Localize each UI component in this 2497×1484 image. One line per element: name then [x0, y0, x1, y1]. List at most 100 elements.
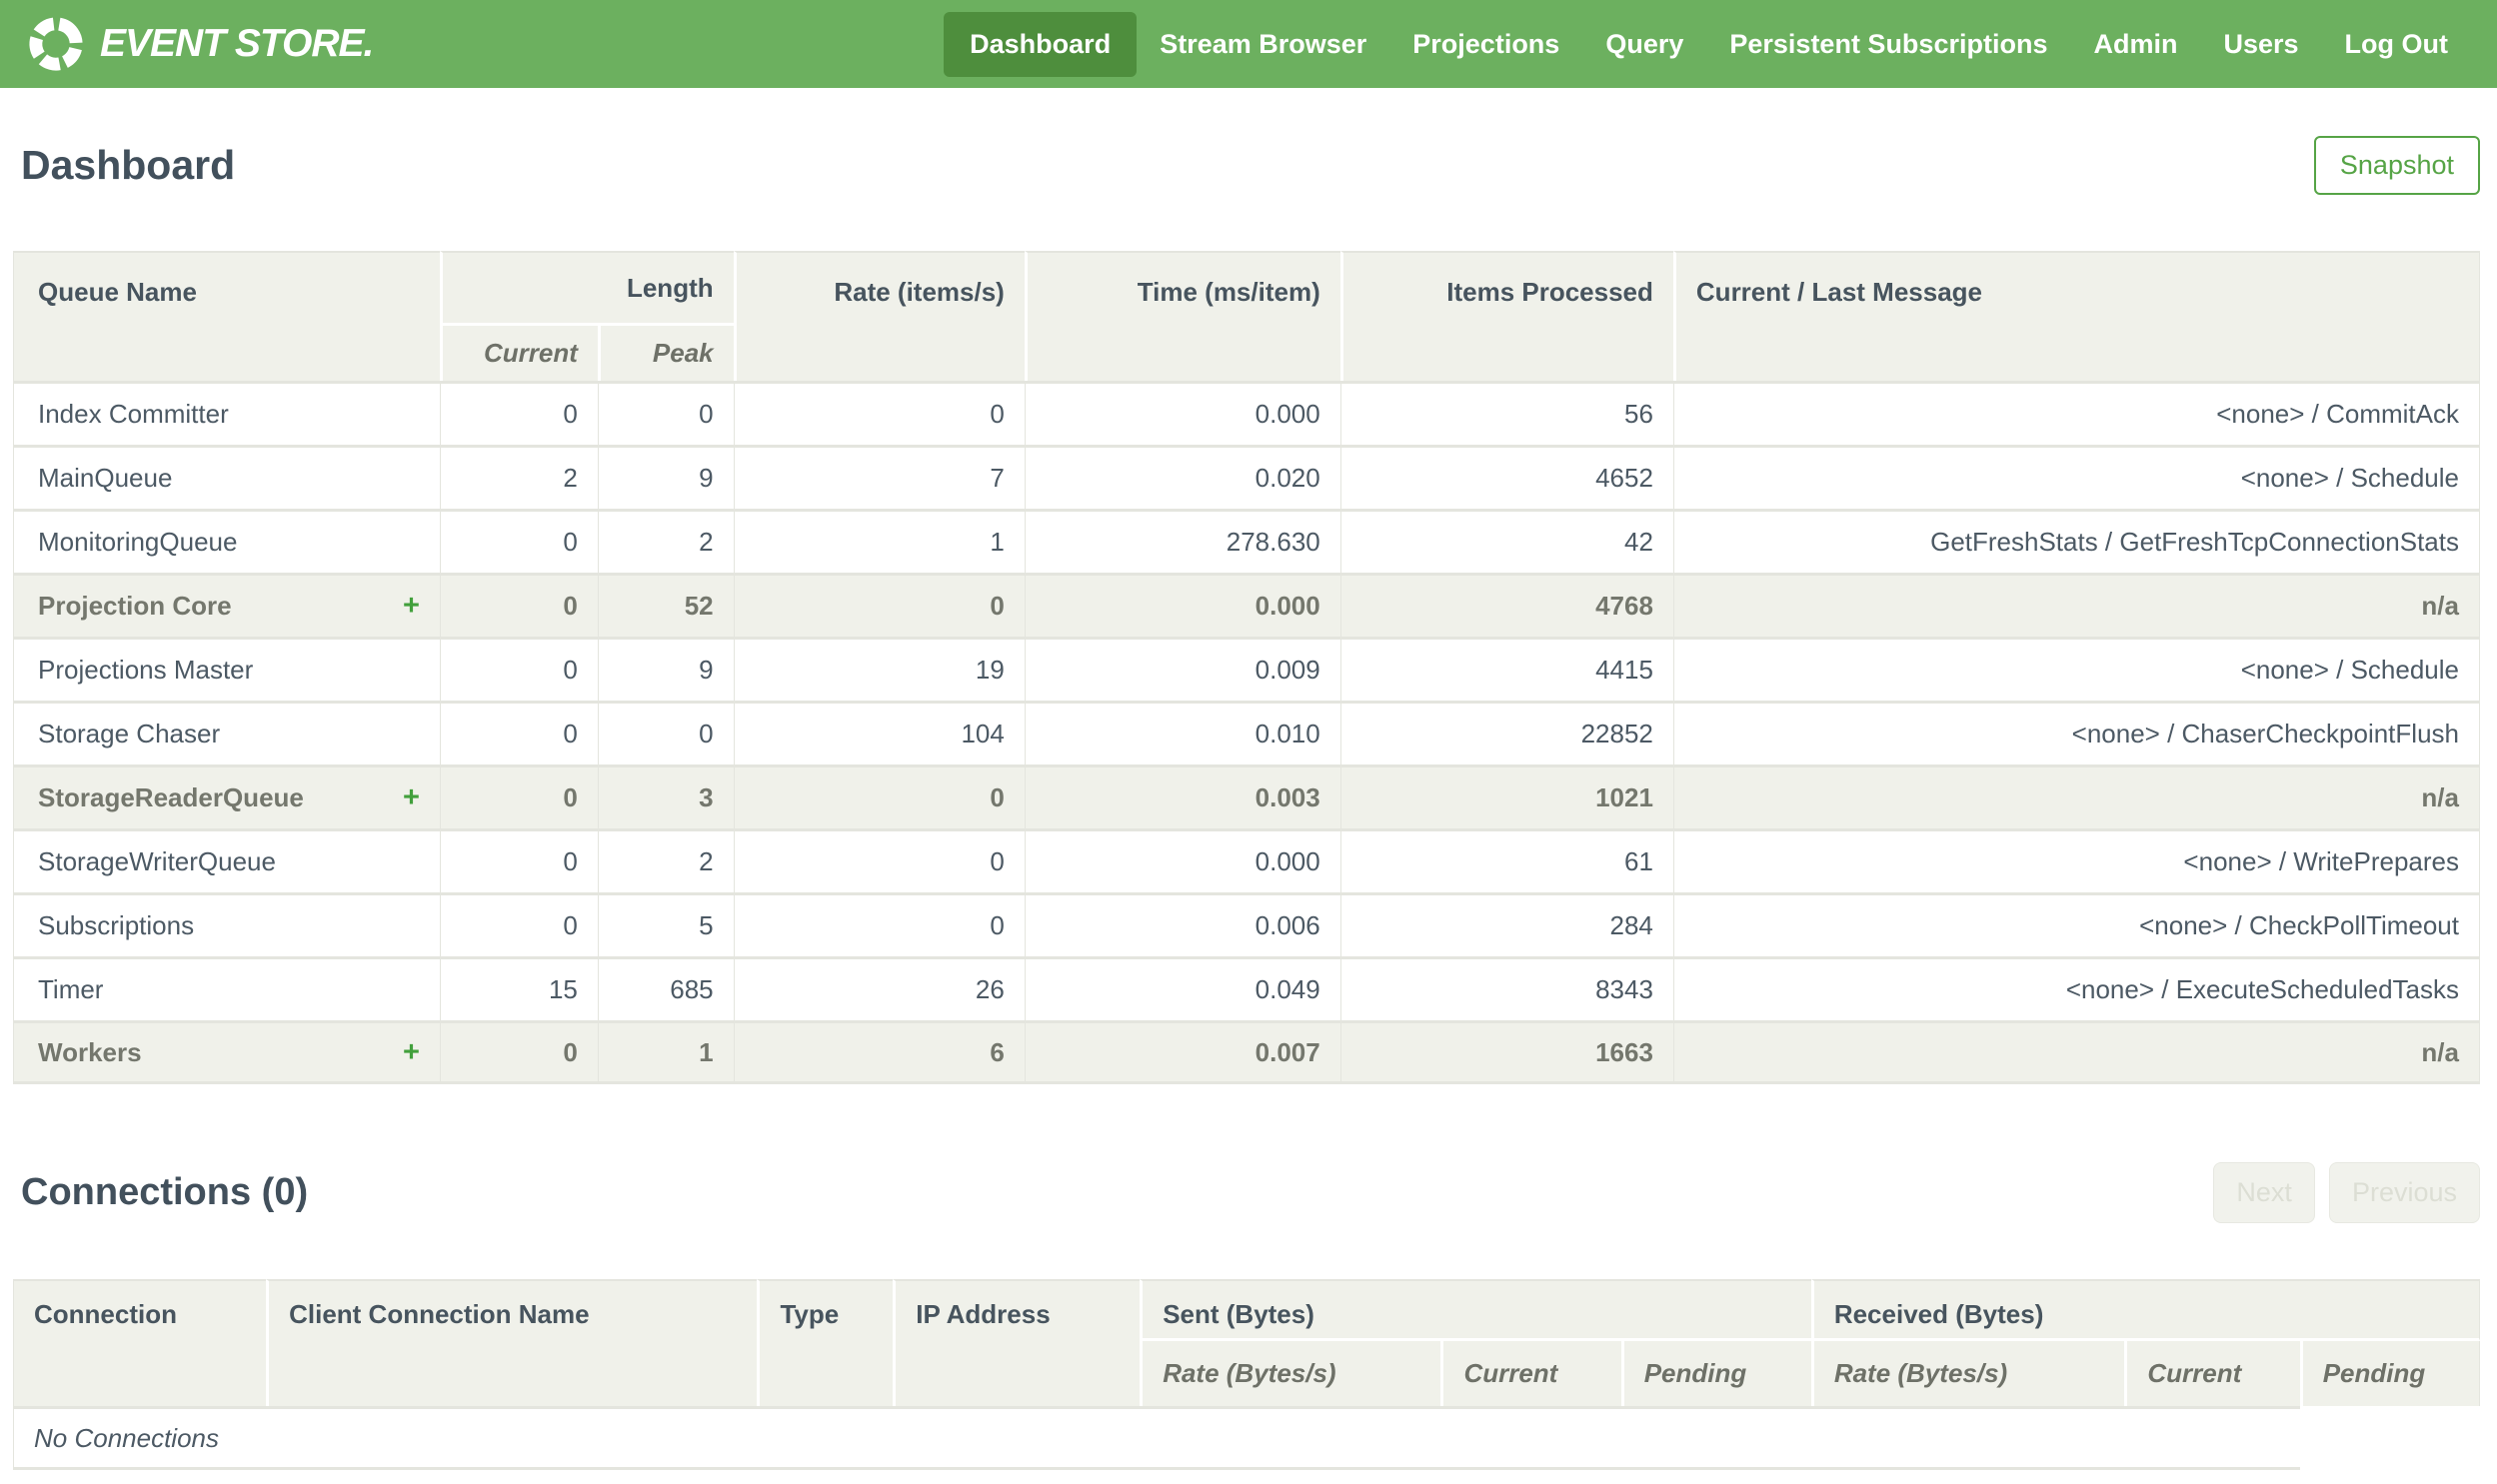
col-message: Current / Last Message [1672, 251, 2480, 381]
queue-name-label: Workers [38, 1036, 142, 1067]
previous-button[interactable]: Previous [2328, 1162, 2480, 1223]
queue-current: 15 [439, 956, 598, 1020]
nav-item-projections[interactable]: Projections [1389, 12, 1582, 77]
no-connections-message: No Connections [13, 1406, 2300, 1470]
queue-name-label: Projection Core [38, 591, 232, 621]
page-title: Dashboard [21, 142, 236, 188]
queue-name-label: MainQueue [38, 463, 173, 493]
queue-rate: 0 [733, 828, 1025, 892]
queue-items-processed: 56 [1339, 381, 1673, 445]
queue-message: n/a [1672, 764, 2480, 828]
queue-peak: 685 [597, 956, 734, 1020]
nav-item-query[interactable]: Query [1582, 12, 1706, 77]
queue-message: <none> / CommitAck [1672, 381, 2480, 445]
queue-time: 0.003 [1024, 764, 1340, 828]
queue-row-storagewriterqueue: StorageWriterQueue 0 2 0 0.000 61 <none> / Wri… [13, 828, 2480, 892]
queue-peak: 9 [597, 637, 734, 701]
event-store-dashboard-page: EVENT STORE. Dashboard Stream Browser Proj… [0, 0, 2497, 1484]
col-received-current: Current [2124, 1341, 2300, 1406]
expand-storagereaderqueue-button[interactable]: + [403, 783, 420, 812]
queue-current: 0 [439, 828, 598, 892]
queue-time: 0.010 [1024, 701, 1340, 764]
no-connections-row: No Connections [13, 1406, 2480, 1470]
nav-item-dashboard[interactable]: Dashboard [944, 11, 1138, 77]
col-received-rate: Rate (Bytes/s) [1810, 1341, 2125, 1406]
queue-items-processed: 22852 [1339, 701, 1673, 764]
queue-row-timer: Timer 15 685 26 0.049 8343 <none> / ExecuteSch… [13, 956, 2480, 1020]
brand-logo[interactable]: EVENT STORE. [27, 15, 374, 73]
queue-items-processed: 284 [1339, 892, 1673, 956]
queue-row-monitoringqueue: MonitoringQueue 0 2 1 278.630 42 GetFreshStats… [13, 509, 2480, 573]
queue-rate: 6 [733, 1020, 1025, 1084]
connections-table-header: Connection Client Connection Name Type I… [13, 1279, 2480, 1406]
queue-current: 0 [439, 701, 598, 764]
queue-items-processed: 1021 [1339, 764, 1673, 828]
queue-message: GetFreshStats / GetFreshTcpConnectionSta… [1672, 509, 2480, 573]
queue-row-projections-master: Projections Master 0 9 19 0.009 4415 <none> / … [13, 637, 2480, 701]
queue-current: 0 [439, 509, 598, 573]
queue-message: <none> / ExecuteScheduledTasks [1672, 956, 2480, 1020]
queue-row-mainqueue: MainQueue 2 9 7 0.020 4652 <none> / Schedule [13, 445, 2480, 509]
col-length-peak: Peak [597, 326, 734, 381]
queue-rate: 19 [733, 637, 1025, 701]
empty-cell [2299, 1406, 2480, 1470]
event-store-ring-icon [27, 15, 85, 73]
col-sent-bytes: Sent (Bytes) [1140, 1279, 1811, 1341]
connections-header: Connections (0) Next Previous [13, 1162, 2480, 1223]
top-nav: Dashboard Stream Browser Projections Query P… [944, 11, 2471, 77]
queue-row-workers: Workers +0 1 6 0.007 1663 n/a [13, 1020, 2480, 1084]
col-time: Time (ms/item) [1024, 251, 1340, 381]
snapshot-button[interactable]: Snapshot [2313, 136, 2480, 195]
queue-current: 0 [439, 573, 598, 637]
queue-row-storage-chaser: Storage Chaser 0 0 104 0.010 22852 <none> / Ch… [13, 701, 2480, 764]
queue-table-body: Index Committer 0 0 0 0.000 56 <none> / Commit… [13, 381, 2480, 1084]
nav-item-admin[interactable]: Admin [2070, 12, 2200, 77]
queue-peak: 2 [597, 828, 734, 892]
queue-rate: 1 [733, 509, 1025, 573]
queue-peak: 3 [597, 764, 734, 828]
nav-item-log-out[interactable]: Log Out [2322, 12, 2471, 77]
pagination-buttons: Next Previous [2213, 1162, 2480, 1223]
top-navbar: EVENT STORE. Dashboard Stream Browser Proj… [0, 0, 2497, 88]
col-received-pending: Pending [2299, 1341, 2480, 1406]
nav-item-stream-browser[interactable]: Stream Browser [1137, 12, 1389, 77]
queue-time: 0.007 [1024, 1020, 1340, 1084]
col-items-processed: Items Processed [1339, 251, 1673, 381]
queue-row-subscriptions: Subscriptions 0 5 0 0.006 284 <none> / CheckPo… [13, 892, 2480, 956]
queue-current: 2 [439, 445, 598, 509]
queue-name-label: Index Committer [38, 399, 229, 429]
nav-item-users[interactable]: Users [2200, 12, 2321, 77]
queue-time: 0.020 [1024, 445, 1340, 509]
queue-message: <none> / CheckPollTimeout [1672, 892, 2480, 956]
queue-items-processed: 8343 [1339, 956, 1673, 1020]
col-sent-pending: Pending [1620, 1341, 1811, 1406]
queue-rate: 0 [733, 892, 1025, 956]
queue-time: 0.006 [1024, 892, 1340, 956]
queue-peak: 9 [597, 445, 734, 509]
col-queue-name: Queue Name [13, 251, 440, 381]
queue-rate: 0 [733, 764, 1025, 828]
queue-row-storagereaderqueue: StorageReaderQueue +0 3 0 0.003 1021 n/a [13, 764, 2480, 828]
queue-current: 0 [439, 892, 598, 956]
brand-name: EVENT STORE. [100, 22, 374, 65]
queue-name-label: Subscriptions [38, 910, 195, 940]
queue-current: 0 [439, 1020, 598, 1084]
queue-peak: 2 [597, 509, 734, 573]
queue-row-projection-core: Projection Core +0 52 0 0.000 4768 n/a [13, 573, 2480, 637]
expand-projection-core-button[interactable]: + [403, 592, 420, 621]
expand-workers-button[interactable]: + [403, 1037, 420, 1067]
queue-items-processed: 1663 [1339, 1020, 1673, 1084]
queue-peak: 0 [597, 381, 734, 445]
queue-name-label: Storage Chaser [38, 719, 221, 748]
queue-name-label: Projections Master [38, 655, 254, 685]
queue-message: <none> / ChaserCheckpointFlush [1672, 701, 2480, 764]
queue-items-processed: 4768 [1339, 573, 1673, 637]
queue-message: n/a [1672, 573, 2480, 637]
queue-time: 0.000 [1024, 573, 1340, 637]
queue-time: 0.009 [1024, 637, 1340, 701]
nav-item-persistent-subscriptions[interactable]: Persistent Subscriptions [1706, 12, 2070, 77]
queue-current: 0 [439, 381, 598, 445]
queue-message: <none> / WritePrepares [1672, 828, 2480, 892]
queue-row-index-committer: Index Committer 0 0 0 0.000 56 <none> / Commit… [13, 381, 2480, 445]
next-button[interactable]: Next [2213, 1162, 2315, 1223]
